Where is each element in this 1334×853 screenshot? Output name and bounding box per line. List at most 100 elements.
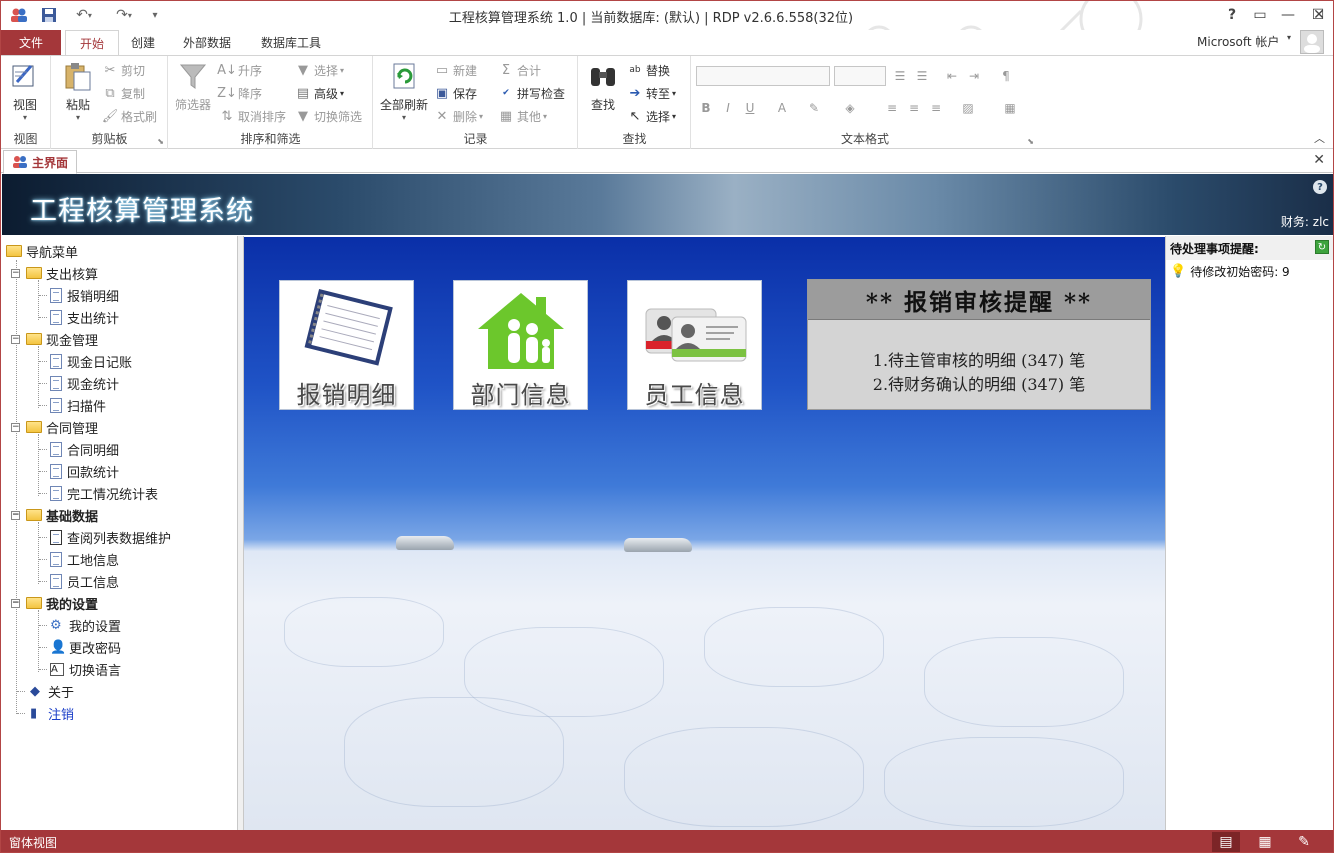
nav-group-my-settings[interactable]: − 我的设置 xyxy=(11,592,98,614)
numbering-icon[interactable]: ☰ xyxy=(912,66,932,86)
replace-button[interactable]: ab 替换 xyxy=(627,60,670,80)
rtl-icon[interactable]: ¶ xyxy=(996,66,1016,86)
undo-icon[interactable]: ↶ ▾ xyxy=(69,5,99,25)
nav-item-lookup-maintenance[interactable]: 查阅列表数据维护 xyxy=(50,526,171,548)
collapse-ribbon-icon[interactable]: ︿ xyxy=(1314,130,1325,146)
font-color-icon[interactable]: A xyxy=(772,98,792,118)
background-color-icon[interactable]: ▨ xyxy=(958,98,978,118)
nav-item-employee-info[interactable]: 员工信息 xyxy=(50,570,119,592)
account-label[interactable]: Microsoft 帐户 xyxy=(1197,33,1279,50)
avatar[interactable] xyxy=(1300,30,1324,54)
save-icon[interactable] xyxy=(39,5,59,25)
nav-item-completion-stats[interactable]: 完工情况统计表 xyxy=(50,482,158,504)
nav-group-base-data[interactable]: − 基础数据 xyxy=(11,504,98,526)
nav-about[interactable]: ◆ 关于 xyxy=(30,680,74,702)
sort-ascending-button[interactable]: A↓ 升序 xyxy=(217,60,262,80)
minimize-button[interactable]: — xyxy=(1273,1,1303,29)
tile-employee-info[interactable]: 员工信息 xyxy=(627,280,762,410)
tab-external-data[interactable]: 外部数据 xyxy=(169,30,245,55)
font-name-combo[interactable] xyxy=(696,66,830,86)
close-document-icon[interactable]: ✕ xyxy=(1313,152,1325,168)
logout-icon: ▮ xyxy=(30,705,38,721)
toggle-filter-button[interactable]: ▼ 切换筛选 xyxy=(295,106,362,126)
nav-item-cash-stats[interactable]: 现金统计 xyxy=(50,372,119,394)
tab-database-tools[interactable]: 数据库工具 xyxy=(247,30,335,55)
underline-button[interactable]: U xyxy=(740,98,760,118)
help-button[interactable]: ? xyxy=(1217,1,1247,29)
pending-item[interactable]: 💡 待修改初始密码: 9 xyxy=(1170,263,1290,280)
design-view-icon[interactable]: ✎ xyxy=(1290,832,1318,852)
more-button[interactable]: ▦ 其他 ▾ xyxy=(498,106,547,126)
save-record-button[interactable]: ▣ 保存 xyxy=(434,83,477,103)
view-button[interactable]: 视图 ▾ xyxy=(9,60,41,122)
group-label-text-format: 文本格式 xyxy=(840,132,889,146)
redo-icon[interactable]: ↷ ▾ xyxy=(109,5,139,25)
nav-item-scans[interactable]: 扫描件 xyxy=(50,394,106,416)
gridlines-icon[interactable]: ▦ xyxy=(1000,98,1020,118)
folder-open-icon xyxy=(26,267,42,279)
sort-descending-button[interactable]: Z↓ 降序 xyxy=(217,83,262,103)
selection-filter-button[interactable]: ▼ 选择 ▾ xyxy=(295,60,344,80)
spelling-button[interactable]: ✔ 拼写检查 xyxy=(498,83,565,103)
refresh-all-button[interactable]: 全部刷新 ▾ xyxy=(380,60,428,122)
tab-create[interactable]: 创建 xyxy=(117,30,169,55)
nav-item-contract-details[interactable]: 合同明细 xyxy=(50,438,119,460)
bold-button[interactable]: B xyxy=(696,98,716,118)
nav-group-contracts[interactable]: − 合同管理 xyxy=(11,416,98,438)
find-button[interactable]: 查找 xyxy=(587,60,619,113)
nav-group-cash[interactable]: − 现金管理 xyxy=(11,328,98,350)
paste-button[interactable]: 粘贴 ▾ xyxy=(62,60,94,122)
remove-sort-button[interactable]: ⇅ 取消排序 xyxy=(219,106,286,126)
nav-item-my-settings[interactable]: ⚙ 我的设置 xyxy=(50,614,121,636)
new-record-button[interactable]: ▭ 新建 xyxy=(434,60,477,80)
nav-item-site-info[interactable]: 工地信息 xyxy=(50,548,119,570)
fill-color-icon[interactable]: ◈ xyxy=(840,98,860,118)
account-dropdown-icon[interactable]: ▾ xyxy=(1287,33,1291,42)
dialog-launcher-icon[interactable]: ⬊ xyxy=(1027,137,1034,146)
refresh-icon[interactable]: ↻ xyxy=(1315,240,1329,254)
tile-expense-details[interactable]: 报销明细 xyxy=(279,280,414,410)
nav-item-expense-details[interactable]: 报销明细 xyxy=(50,284,119,306)
tab-main-form[interactable]: 主界面 xyxy=(3,150,77,174)
advanced-filter-button[interactable]: ▤ 高级 ▾ xyxy=(295,83,344,103)
nav-item-expense-stats[interactable]: 支出统计 xyxy=(50,306,119,328)
nav-root[interactable]: 导航菜单 xyxy=(6,240,78,262)
nav-item-change-password[interactable]: 👤 更改密码 xyxy=(50,636,121,658)
tab-home[interactable]: 开始 xyxy=(65,30,120,56)
select-button[interactable]: ↖ 选择 ▾ xyxy=(627,106,676,126)
decrease-indent-icon[interactable]: ⇤ xyxy=(942,66,962,86)
customize-qat-icon[interactable]: ▾ xyxy=(145,5,165,25)
dialog-launcher-icon[interactable]: ⬊ xyxy=(157,137,164,146)
nav-item-payment-stats[interactable]: 回款统计 xyxy=(50,460,119,482)
cut-button[interactable]: ✂ 剪切 xyxy=(102,60,145,80)
nav-item-cash-journal[interactable]: 现金日记账 xyxy=(50,350,132,372)
reminder-line-supervisor[interactable]: 1.待主管审核的明细 (347) 笔 xyxy=(808,347,1150,371)
align-right-icon[interactable]: ≡ xyxy=(926,98,946,118)
align-left-icon[interactable]: ≡ xyxy=(882,98,902,118)
nav-group-expenses[interactable]: − 支出核算 xyxy=(11,262,98,284)
tab-file[interactable]: 文件 xyxy=(1,30,61,55)
goto-button[interactable]: ➔ 转至 ▾ xyxy=(627,83,676,103)
totals-button[interactable]: Σ 合计 xyxy=(498,60,541,80)
nav-item-switch-language[interactable]: A 切换语言 xyxy=(50,658,121,680)
bullets-icon[interactable]: ☰ xyxy=(890,66,910,86)
highlight-icon[interactable]: ✎ xyxy=(804,98,824,118)
form-view-icon[interactable]: ▤ xyxy=(1212,832,1240,852)
ribbon-display-icon[interactable]: ▭ xyxy=(1245,1,1275,29)
datasheet-view-icon[interactable]: ▦ xyxy=(1251,832,1279,852)
copy-button[interactable]: ⧉ 复制 xyxy=(102,83,145,103)
group-label-find: 查找 xyxy=(622,132,647,146)
font-size-combo[interactable] xyxy=(834,66,886,86)
tile-department-info[interactable]: 部门信息 xyxy=(453,280,588,410)
increase-indent-icon[interactable]: ⇥ xyxy=(964,66,984,86)
close-button[interactable]: ✕ xyxy=(1304,1,1333,29)
italic-button[interactable]: I xyxy=(718,98,738,118)
nav-logout[interactable]: ▮ 注销 xyxy=(30,702,74,724)
header-banner: 工程核算管理系统 ? 财务: zlc xyxy=(2,174,1333,235)
format-painter-button[interactable]: 🖌 格式刷 xyxy=(102,106,157,126)
help-icon[interactable]: ? xyxy=(1313,180,1327,194)
reminder-line-finance[interactable]: 2.待财务确认的明细 (347) 笔 xyxy=(808,371,1150,395)
delete-record-button[interactable]: ✕ 删除 ▾ xyxy=(434,106,483,126)
filter-button[interactable]: 筛选器 xyxy=(175,60,211,113)
align-center-icon[interactable]: ≡ xyxy=(904,98,924,118)
